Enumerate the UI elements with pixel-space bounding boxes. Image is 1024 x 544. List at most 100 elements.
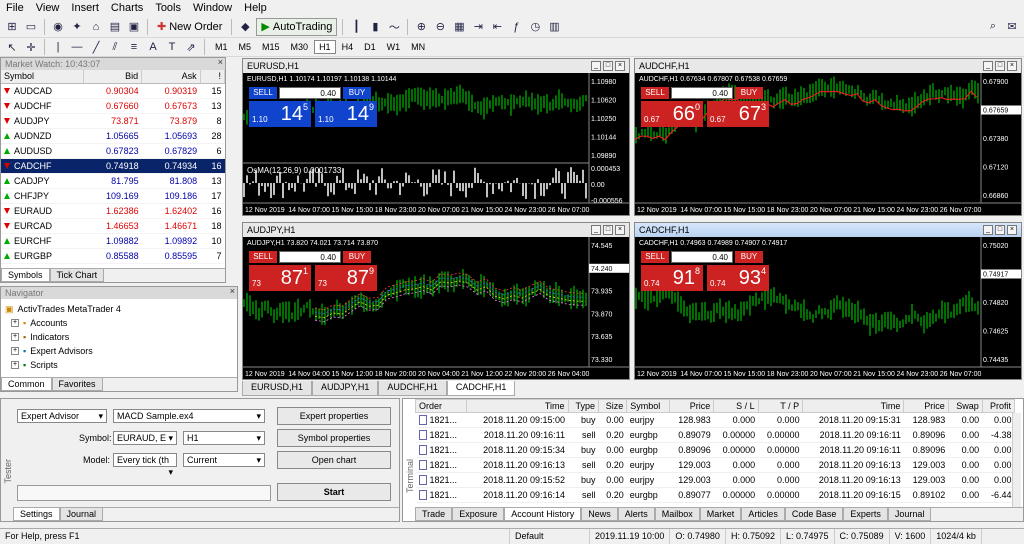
table-row[interactable]: EURAUD 1.62386 1.62402 16 xyxy=(1,203,225,219)
column-header[interactable]: Symbol xyxy=(626,399,670,413)
expert-select[interactable]: MACD Sample.ex4 ▾ xyxy=(113,409,265,423)
line-chart-icon[interactable]: 〜 xyxy=(386,19,402,35)
column-header[interactable]: Time xyxy=(466,399,569,413)
table-row[interactable]: AUDCAD 0.90304 0.90319 15 xyxy=(1,83,225,99)
new-order-button[interactable]: ✚ New Order xyxy=(153,18,226,36)
profiles-icon[interactable]: ▭ xyxy=(23,19,39,35)
chart-titlebar[interactable]: EURUSD,H1 _ □ × xyxy=(243,59,629,73)
table-row[interactable]: 1821... 2018.11.20 09:16:13 sell 0.20 eurjpy… xyxy=(415,457,1015,473)
tab-chart-eurusd[interactable]: EURUSD,H1 xyxy=(242,381,313,396)
chart-titlebar[interactable]: AUDJPY,H1 _ □ × xyxy=(243,223,629,237)
text-icon[interactable]: A xyxy=(145,39,161,55)
navigator-item[interactable]: + ▪ Indicators xyxy=(5,330,233,344)
tab-experts[interactable]: Experts xyxy=(843,508,888,521)
minimize-icon[interactable]: _ xyxy=(983,61,993,71)
minimize-icon[interactable]: _ xyxy=(591,225,601,235)
expert-properties-button[interactable]: Expert properties xyxy=(277,407,391,425)
tab-tick-chart[interactable]: Tick Chart xyxy=(49,269,105,282)
vertical-line-icon[interactable]: | xyxy=(50,39,66,55)
buy-price-box[interactable]: 0.67 673 xyxy=(707,101,769,127)
menu-item-window[interactable]: Window xyxy=(187,0,238,16)
table-row[interactable]: CHFJPY 109.169 109.186 17 xyxy=(1,188,225,204)
buy-price-box[interactable]: 0.74 934 xyxy=(707,265,769,291)
model-select[interactable]: Every tick (th ▾ xyxy=(113,453,177,477)
market-watch-icon[interactable]: ◉ xyxy=(50,19,66,35)
navigator-item[interactable]: ▣ ActivTrades MetaTrader 4 xyxy=(5,302,233,316)
symbol-select[interactable]: EURAUD, E ▾ xyxy=(113,431,177,445)
chart-titlebar[interactable]: CADCHF,H1 _ □ × xyxy=(635,223,1021,237)
expand-icon[interactable]: + xyxy=(11,333,19,341)
table-row[interactable]: 1821... 2018.11.20 09:15:34 buy 0.00 eurgbp 0… xyxy=(415,442,1015,458)
column-header[interactable]: Profit xyxy=(981,399,1016,413)
tester-icon[interactable]: ▣ xyxy=(126,19,142,35)
terminal-scrollbar[interactable] xyxy=(1012,413,1021,507)
timeframe-m1[interactable]: M1 xyxy=(210,40,233,54)
table-row[interactable]: AUDJPY 73.871 73.879 8 xyxy=(1,113,225,129)
tab-alerts[interactable]: Alerts xyxy=(617,508,655,521)
tab-news[interactable]: News xyxy=(581,508,618,521)
lot-size-input[interactable]: 0.40 xyxy=(279,251,341,263)
table-row[interactable]: EURCHF 1.09882 1.09892 10 xyxy=(1,233,225,249)
table-row[interactable]: CADJPY 81.795 81.808 13 xyxy=(1,173,225,189)
chart-titlebar[interactable]: AUDCHF,H1 _ □ × xyxy=(635,59,1021,73)
maximize-icon[interactable]: □ xyxy=(995,61,1005,71)
start-button[interactable]: Start xyxy=(277,483,391,501)
lot-size-input[interactable]: 0.40 xyxy=(671,251,733,263)
column-header[interactable]: Price xyxy=(668,399,715,413)
column-header[interactable]: Symbol xyxy=(1,70,84,84)
autotrading-button[interactable]: ▶ AutoTrading xyxy=(256,17,338,36)
metaeditor-icon[interactable]: ◆ xyxy=(237,19,253,35)
tab-journal[interactable]: Journal xyxy=(887,508,932,521)
navigator-item[interactable]: + ▪ Scripts xyxy=(5,358,233,372)
bar-chart-icon[interactable]: ┃ xyxy=(348,19,364,35)
expand-icon[interactable]: + xyxy=(11,361,19,369)
maximize-icon[interactable]: □ xyxy=(603,61,613,71)
tab-market[interactable]: Market xyxy=(699,508,742,521)
periods-icon[interactable]: ◷ xyxy=(527,19,543,35)
tab-favorites[interactable]: Favorites xyxy=(51,378,103,391)
close-icon[interactable]: × xyxy=(1007,225,1017,235)
table-row[interactable]: AUDCHF 0.67660 0.67673 13 xyxy=(1,98,225,114)
sell-price-box[interactable]: 73 871 xyxy=(249,265,311,291)
timeframe-m30[interactable]: M30 xyxy=(286,40,314,54)
menu-item-help[interactable]: Help xyxy=(238,0,273,16)
autoscroll-icon[interactable]: ⇥ xyxy=(470,19,486,35)
buy-button[interactable]: BUY xyxy=(735,251,763,263)
tab-journal[interactable]: Journal xyxy=(59,508,104,521)
tab-mailbox[interactable]: Mailbox xyxy=(654,508,700,521)
close-icon[interactable]: × xyxy=(218,58,223,67)
table-row[interactable]: 1821... 2018.11.20 09:16:11 sell 0.20 eurgbp… xyxy=(415,427,1015,443)
tab-chart-audchf[interactable]: AUDCHF,H1 xyxy=(378,381,447,396)
indicators-icon[interactable]: ƒ xyxy=(508,19,524,35)
close-icon[interactable]: × xyxy=(615,61,625,71)
horizontal-line-icon[interactable]: — xyxy=(69,39,85,55)
sell-price-box[interactable]: 1.10 145 xyxy=(249,101,311,127)
timeframe-m15[interactable]: M15 xyxy=(257,40,285,54)
sell-button[interactable]: SELL xyxy=(249,251,277,263)
expand-icon[interactable]: + xyxy=(11,347,19,355)
period-select[interactable]: H1 ▾ xyxy=(183,431,265,445)
tab-trade[interactable]: Trade xyxy=(415,508,453,521)
tab-account-history[interactable]: Account History xyxy=(504,508,582,521)
table-row[interactable]: 1821... 2018.11.20 09:15:00 buy 0.00 eurjpy 1… xyxy=(415,412,1015,428)
minimize-icon[interactable]: _ xyxy=(983,225,993,235)
terminal-icon[interactable]: ▤ xyxy=(107,19,123,35)
navigator-item[interactable]: + ▪ Accounts xyxy=(5,316,233,330)
menu-item-view[interactable]: View xyxy=(30,0,66,16)
menu-item-insert[interactable]: Insert xyxy=(65,0,105,16)
minimize-icon[interactable]: _ xyxy=(591,61,601,71)
maximize-icon[interactable]: □ xyxy=(995,225,1005,235)
chat-icon[interactable]: ✉ xyxy=(1004,19,1020,35)
table-row[interactable]: 1821... 2018.11.20 09:16:14 sell 0.20 eurgbp… xyxy=(415,487,1015,503)
timeframe-w1[interactable]: W1 xyxy=(382,40,406,54)
zoom-in-icon[interactable]: ⊕ xyxy=(413,19,429,35)
crosshair-icon[interactable]: ✛ xyxy=(23,39,39,55)
expand-icon[interactable]: + xyxy=(11,319,19,327)
tab-chart-cadchf[interactable]: CADCHF,H1 xyxy=(446,381,516,396)
lot-size-input[interactable]: 0.40 xyxy=(671,87,733,99)
chart-window-audchf[interactable]: AUDCHF,H1 _ □ × 0.67900 0.67659 0.67380 0.67120… xyxy=(634,58,1022,216)
timeframe-h1[interactable]: H1 xyxy=(314,40,336,54)
tab-code-base[interactable]: Code Base xyxy=(784,508,844,521)
menu-item-tools[interactable]: Tools xyxy=(149,0,187,16)
symbol-properties-button[interactable]: Symbol properties xyxy=(277,429,391,447)
